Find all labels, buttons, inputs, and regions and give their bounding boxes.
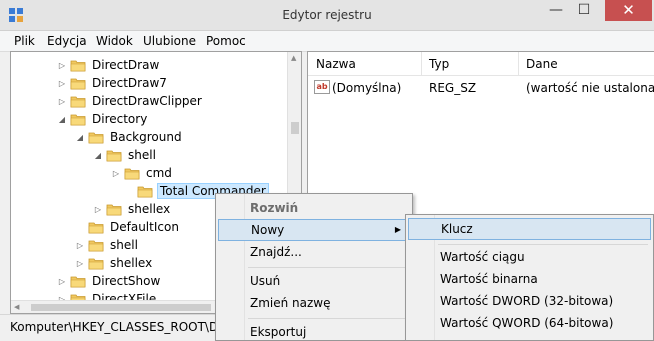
menu-item-delete[interactable]: Usuń	[218, 270, 412, 292]
folder-icon	[88, 222, 104, 233]
expander-icon[interactable]: ◢	[93, 151, 103, 160]
value-name: (Domyślna)	[332, 81, 402, 95]
expander-icon[interactable]: ◢	[57, 115, 67, 124]
menu-help[interactable]: Pomoc	[206, 34, 246, 48]
tree-item-label: DirectShow	[92, 274, 161, 288]
list-header: Nazwa Typ Dane	[308, 52, 654, 76]
hscroll-thumb[interactable]	[31, 304, 211, 311]
column-header-type[interactable]: Typ	[429, 57, 449, 71]
value-data: (wartość nie ustalona)	[526, 81, 654, 95]
string-value-icon: ab	[314, 80, 330, 94]
tree-item-label: shell	[110, 238, 138, 252]
menu-edit[interactable]: Edycja	[47, 34, 87, 48]
new-submenu: Klucz Wartość ciągu Wartość binarna Wart…	[405, 214, 654, 341]
scroll-up-icon[interactable]: ▲	[291, 54, 296, 62]
menu-file[interactable]: Plik	[14, 34, 35, 48]
maximize-button[interactable]: ☐	[570, 0, 598, 21]
menu-view[interactable]: Widok	[96, 34, 133, 48]
expander-icon[interactable]: ▷	[57, 277, 67, 286]
tree-item[interactable]: ▷ shellex	[93, 200, 172, 218]
tree-item-label: cmd	[146, 166, 172, 180]
tree-item[interactable]: ▷ shellex	[75, 254, 154, 272]
close-button[interactable]: ✕	[605, 0, 652, 21]
tree-item[interactable]: ▷ DirectDraw7	[57, 74, 169, 92]
folder-icon	[88, 240, 104, 251]
expander-icon[interactable]: ▷	[57, 97, 67, 106]
expander-icon[interactable]: ▷	[93, 205, 103, 214]
folder-icon	[124, 168, 140, 179]
tree-item-label: Directory	[92, 112, 148, 126]
menu-item-rename[interactable]: Zmień nazwę	[218, 292, 412, 314]
status-path: Komputer\HKEY_CLASSES_ROOT\Direc	[10, 320, 241, 334]
expander-icon[interactable]: ◢	[75, 133, 85, 142]
column-header-name[interactable]: Nazwa	[316, 57, 356, 71]
tree-item-label: DirectDraw	[92, 58, 160, 72]
menu-item-expand[interactable]: Rozwiń	[218, 197, 412, 219]
tree-item-label: DirectDraw7	[92, 76, 167, 90]
context-menu: Rozwiń Nowy ▶ Znajdź... Usuń Zmień nazwę…	[215, 193, 413, 341]
menu-item-string-value[interactable]: Wartość ciągu	[408, 246, 651, 268]
tree-item-label: DirectDrawClipper	[92, 94, 202, 108]
tree-item-label: shell	[128, 148, 156, 162]
menu-item-binary-value[interactable]: Wartość binarna	[408, 268, 651, 290]
tree-item[interactable]: ▷ DirectDrawClipper	[57, 92, 204, 110]
menu-item-export[interactable]: Eksportuj	[218, 321, 412, 341]
menu-bar: Plik Edycja Widok Ulubione Pomoc	[0, 31, 654, 52]
tree-item[interactable]: ◢ shell	[93, 146, 158, 164]
tree-item-label: shellex	[110, 256, 153, 270]
column-header-data[interactable]: Dane	[526, 57, 558, 71]
title-bar: Edytor rejestru — ☐ ✕	[0, 0, 654, 31]
tree-item[interactable]: ▷ DirectShow	[57, 272, 162, 290]
menu-item-qword-value[interactable]: Wartość QWORD (64-bitowa)	[408, 312, 651, 334]
tree-item[interactable]: ◢ Background	[75, 128, 184, 146]
tree-item[interactable]: ▷ DirectDraw	[57, 56, 161, 74]
folder-icon	[70, 276, 86, 287]
tree-item-label: Background	[110, 130, 182, 144]
folder-icon	[106, 150, 122, 161]
value-type: REG_SZ	[429, 81, 477, 95]
tree-item-label: DefaultIcon	[110, 220, 179, 234]
folder-icon	[137, 186, 153, 197]
folder-icon	[106, 204, 122, 215]
folder-icon	[88, 132, 104, 143]
menu-item-find[interactable]: Znajdź...	[218, 241, 412, 263]
submenu-arrow-icon: ▶	[394, 225, 401, 234]
expander-icon[interactable]: ▷	[75, 241, 85, 250]
tree-item-label: shellex	[128, 202, 171, 216]
menu-item-key[interactable]: Klucz	[408, 218, 651, 240]
expander-icon[interactable]: ▷	[57, 61, 67, 70]
tree-item[interactable]: ▷ cmd	[111, 164, 174, 182]
tree-item[interactable]: DefaultIcon	[75, 218, 181, 236]
menu-item-dword-value[interactable]: Wartość DWORD (32-bitowa)	[408, 290, 651, 312]
tree-item[interactable]: ◢ Directory	[57, 110, 149, 128]
expander-icon[interactable]: ▷	[111, 169, 121, 178]
menu-item-new[interactable]: Nowy ▶	[218, 219, 412, 241]
folder-icon	[70, 114, 86, 125]
minimize-button[interactable]: —	[542, 0, 570, 21]
expander-icon[interactable]: ▷	[75, 259, 85, 268]
expander-icon[interactable]: ▷	[57, 79, 67, 88]
scroll-left-icon[interactable]: ◀	[14, 303, 19, 311]
menu-favorites[interactable]: Ulubione	[143, 34, 196, 48]
scroll-thumb[interactable]	[291, 122, 299, 134]
tree-item[interactable]: ▷ shell	[75, 236, 140, 254]
table-row[interactable]: ab (Domyślna) REG_SZ (wartość nie ustalo…	[308, 79, 654, 97]
folder-icon	[70, 60, 86, 71]
menu-item-new-label: Nowy	[251, 223, 285, 237]
folder-icon	[88, 258, 104, 269]
folder-icon	[70, 96, 86, 107]
folder-icon	[70, 78, 86, 89]
